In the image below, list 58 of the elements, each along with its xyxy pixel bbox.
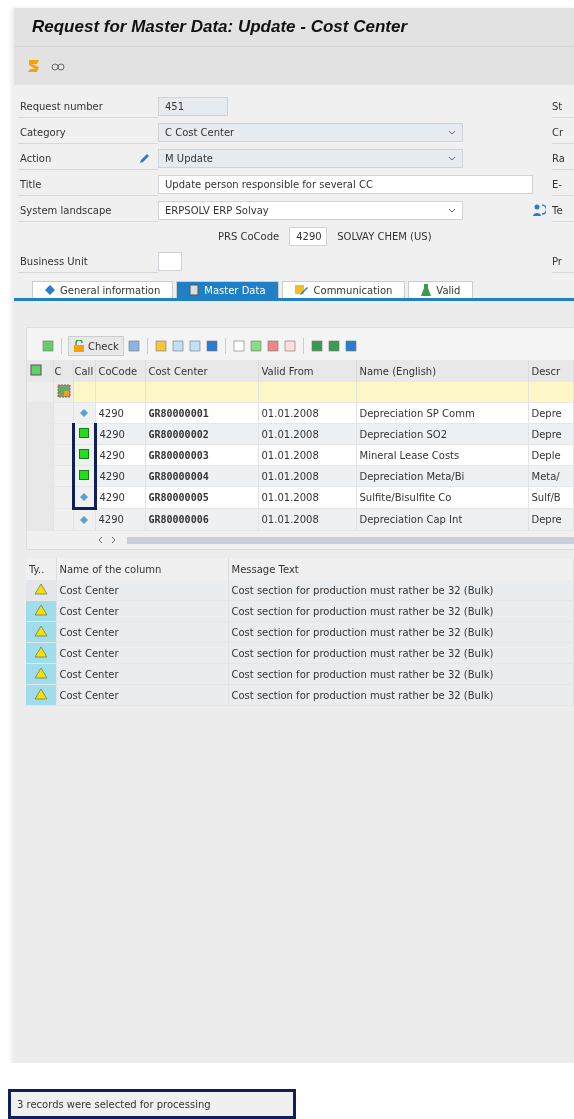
column-header[interactable]: Valid From xyxy=(258,360,356,382)
field-label: Te xyxy=(552,199,574,222)
field-label: St xyxy=(552,95,574,118)
column-header[interactable]: Ty.. xyxy=(26,558,56,580)
request-number-field: 451 xyxy=(158,96,228,116)
column-header[interactable]: C xyxy=(53,360,73,382)
flask-icon xyxy=(421,284,432,296)
table-cell: Cost section for production must rather be 32 (Bulk) xyxy=(228,600,574,622)
warning-icon xyxy=(33,667,48,679)
column-header[interactable]: Name of the column xyxy=(56,558,228,580)
table-cell: Cost Center xyxy=(56,580,228,601)
dropdown-field[interactable]: ERPSOLV ERP Solvay xyxy=(158,200,463,220)
tab[interactable]: Communication xyxy=(281,281,406,298)
business-unit-field[interactable] xyxy=(158,251,182,271)
column-header[interactable]: Name (English) xyxy=(356,360,528,382)
dropdown-field[interactable]: M Update xyxy=(158,148,463,168)
diamond-icon xyxy=(45,285,55,295)
column-header[interactable]: CoCode xyxy=(95,360,145,382)
company-code-field[interactable]: 4290 xyxy=(289,226,328,246)
warning-icon xyxy=(33,583,48,595)
table-cell: Cost section for production must rather be 32 (Bulk) xyxy=(228,642,574,664)
warning-icon xyxy=(33,688,48,700)
table-cell: Cost section for production must rather be 32 (Bulk) xyxy=(228,684,574,706)
people-icon[interactable] xyxy=(532,203,546,217)
column-header[interactable]: Descr xyxy=(528,360,574,382)
lock-icon xyxy=(73,340,85,352)
status-message: 3 records were selected for processing xyxy=(8,1089,296,1119)
dropdown-field[interactable]: C Cost Center xyxy=(158,122,463,142)
pen-note-icon xyxy=(294,284,309,296)
table-cell: Cost section for production must rather be 32 (Bulk) xyxy=(228,580,574,601)
table-cell: Cost section for production must rather be 32 (Bulk) xyxy=(228,663,574,685)
table-cell: Sulfite/Bisulfite Co xyxy=(356,486,528,509)
check-button[interactable]: Check xyxy=(68,336,124,356)
tab[interactable]: Valid xyxy=(408,281,474,298)
field-label: Ra xyxy=(552,147,574,170)
table-cell: Cost section for production must rather be 32 (Bulk) xyxy=(228,621,574,643)
warning-icon xyxy=(33,646,48,658)
field-label: PRS CoCode xyxy=(218,230,280,242)
tab[interactable]: General information xyxy=(32,281,174,298)
sap-logo-icon[interactable] xyxy=(26,58,42,74)
window-title: Request for Master Data: Update - Cost Center xyxy=(32,17,407,37)
company-name: SOLVAY CHEM (US) xyxy=(337,230,432,242)
column-header[interactable]: Cost Center xyxy=(145,360,258,382)
field-label: Action xyxy=(18,147,158,170)
column-header[interactable]: Call xyxy=(73,360,95,382)
column-header[interactable]: Message Text xyxy=(228,558,574,580)
tab[interactable]: Master Data xyxy=(176,281,279,298)
warning-icon xyxy=(33,604,48,616)
filter-icon[interactable] xyxy=(56,384,71,398)
scrollbar[interactable] xyxy=(127,536,574,544)
field-label: Cr xyxy=(552,121,574,144)
warning-icon xyxy=(33,625,48,637)
field-label: E- xyxy=(552,173,574,196)
title-input-field[interactable]: Update person responsible for several CC xyxy=(158,174,533,194)
document-icon xyxy=(189,284,200,296)
scroll-arrows-icon[interactable] xyxy=(97,536,117,544)
table-cell: Depreciation Cap Int xyxy=(356,508,528,531)
field-label: Pr xyxy=(552,250,574,273)
